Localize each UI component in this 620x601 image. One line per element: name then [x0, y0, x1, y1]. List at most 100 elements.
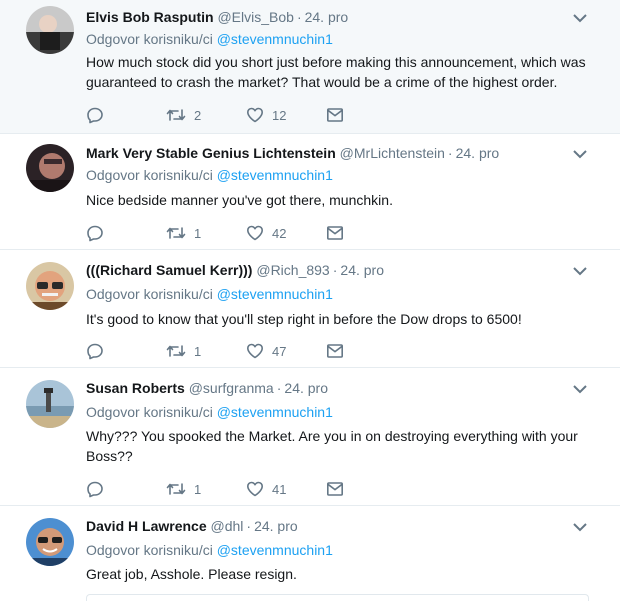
author-name[interactable]: David H Lawrence [86, 518, 207, 534]
like-button[interactable]: 12 [246, 105, 326, 125]
separator-dot: · [447, 145, 453, 161]
tweet-text: Nice bedside manner you've got there, mu… [86, 192, 393, 208]
retweet-button[interactable]: 1 [166, 223, 246, 243]
chevron-down-icon[interactable] [572, 265, 588, 277]
tweet-text: Why??? You spooked the Market. Are you i… [86, 428, 578, 464]
heart-icon [247, 481, 263, 497]
tweet-header: Susan Roberts @surfgranma · 24. pro [86, 379, 328, 397]
like-button[interactable]: 42 [246, 223, 326, 243]
separator-dot: · [332, 262, 338, 278]
timestamp[interactable]: 24. pro [284, 380, 328, 396]
retweet-button[interactable]: 1 [166, 479, 246, 499]
retweet-count: 2 [194, 107, 202, 123]
reply-context: Odgovor korisniku/ci @stevenmnuchin1 [86, 403, 333, 421]
like-count: 12 [272, 107, 287, 123]
avatar[interactable] [26, 6, 74, 54]
chevron-down-icon[interactable] [572, 12, 588, 24]
reply-button[interactable] [86, 223, 166, 243]
separator-dot: · [246, 518, 252, 534]
reply-button[interactable] [86, 105, 166, 125]
retweet-button[interactable]: 2 [166, 105, 246, 125]
author-handle[interactable]: @MrLichtenstein [340, 145, 445, 161]
chevron-down-icon[interactable] [572, 148, 588, 160]
envelope-icon [326, 226, 343, 240]
reply-icon [87, 343, 103, 360]
chevron-down-icon[interactable] [572, 521, 588, 533]
avatar[interactable] [26, 262, 74, 310]
author-handle[interactable]: @Rich_893 [256, 262, 329, 278]
retweet-icon [166, 109, 186, 121]
direct-message-button[interactable] [326, 223, 344, 243]
heart-icon [247, 225, 263, 241]
reply-context: Odgovor korisniku/ci @stevenmnuchin1 [86, 541, 333, 559]
envelope-icon [326, 344, 343, 358]
reply-prefix: Odgovor korisniku/ci [86, 167, 213, 183]
reply-feed: Elvis Bob Rasputin @Elvis_Bob · 24. pro Od… [0, 0, 620, 601]
reply-mention[interactable]: @stevenmnuchin1 [217, 167, 333, 183]
tweet[interactable]: (((Richard Samuel Kerr))) @Rich_893 · 24. … [0, 250, 620, 368]
timestamp[interactable]: 24. pro [340, 262, 384, 278]
reply-mention[interactable]: @stevenmnuchin1 [217, 542, 333, 558]
retweet-count: 1 [194, 225, 202, 241]
chevron-down-icon[interactable] [572, 383, 588, 395]
tweet[interactable]: Elvis Bob Rasputin @Elvis_Bob · 24. pro Od… [0, 0, 620, 134]
direct-message-button[interactable] [326, 105, 344, 125]
author-name[interactable]: Mark Very Stable Genius Lichtenstein [86, 145, 336, 161]
tweet[interactable]: Mark Very Stable Genius Lichtenstein @Mr… [0, 134, 620, 250]
reply-icon [87, 481, 103, 498]
reply-icon [87, 225, 103, 242]
reply-mention[interactable]: @stevenmnuchin1 [217, 31, 333, 47]
envelope-icon [326, 482, 343, 496]
tweet-actions: 1 41 [86, 479, 344, 499]
author-handle[interactable]: @dhl [211, 518, 244, 534]
avatar[interactable] [26, 380, 74, 428]
avatar[interactable] [26, 144, 74, 192]
retweet-icon [166, 483, 186, 495]
retweet-count: 1 [194, 343, 202, 359]
tweet-text: How much stock did you short just before… [86, 54, 586, 90]
tweet[interactable]: David H Lawrence @dhl · 24. pro Odgovor ko… [0, 506, 620, 601]
reply-context: Odgovor korisniku/ci @stevenmnuchin1 [86, 285, 333, 303]
quoted-tweet-card[interactable] [86, 594, 589, 601]
reply-mention[interactable]: @stevenmnuchin1 [217, 404, 333, 420]
avatar[interactable] [26, 518, 74, 566]
retweet-icon [166, 227, 186, 239]
retweet-icon [166, 345, 186, 357]
timestamp[interactable]: 24. pro [456, 145, 500, 161]
author-name[interactable]: Susan Roberts [86, 380, 185, 396]
envelope-icon [326, 108, 343, 122]
heart-icon [247, 343, 263, 359]
tweet-actions: 1 47 [86, 341, 344, 361]
direct-message-button[interactable] [326, 341, 344, 361]
like-count: 41 [272, 481, 287, 497]
separator-dot: · [276, 380, 282, 396]
retweet-count: 1 [194, 481, 202, 497]
author-handle[interactable]: @Elvis_Bob [217, 9, 293, 25]
author-name[interactable]: Elvis Bob Rasputin [86, 9, 214, 25]
reply-prefix: Odgovor korisniku/ci [86, 31, 213, 47]
author-handle[interactable]: @surfgranma [189, 380, 274, 396]
tweet-header: David H Lawrence @dhl · 24. pro [86, 517, 298, 535]
reply-button[interactable] [86, 479, 166, 499]
like-button[interactable]: 47 [246, 341, 326, 361]
direct-message-button[interactable] [326, 479, 344, 499]
tweet-text: Great job, Asshole. Please resign. [86, 566, 297, 582]
reply-mention[interactable]: @stevenmnuchin1 [217, 286, 333, 302]
timestamp[interactable]: 24. pro [254, 518, 298, 534]
tweet[interactable]: Susan Roberts @surfgranma · 24. pro Odgovo… [0, 368, 620, 506]
reply-button[interactable] [86, 341, 166, 361]
timestamp[interactable]: 24. pro [305, 9, 349, 25]
tweet-text: It's good to know that you'll step right… [86, 311, 522, 327]
author-name[interactable]: (((Richard Samuel Kerr))) [86, 262, 252, 278]
like-count: 47 [272, 343, 287, 359]
reply-context: Odgovor korisniku/ci @stevenmnuchin1 [86, 30, 333, 48]
separator-dot: · [296, 9, 302, 25]
tweet-header: Elvis Bob Rasputin @Elvis_Bob · 24. pro [86, 8, 348, 26]
tweet-actions: 2 12 [86, 105, 344, 125]
like-button[interactable]: 41 [246, 479, 326, 499]
tweet-header: Mark Very Stable Genius Lichtenstein @Mr… [86, 144, 499, 162]
retweet-button[interactable]: 1 [166, 341, 246, 361]
like-count: 42 [272, 225, 287, 241]
reply-prefix: Odgovor korisniku/ci [86, 404, 213, 420]
tweet-header: (((Richard Samuel Kerr))) @Rich_893 · 24. … [86, 261, 384, 279]
